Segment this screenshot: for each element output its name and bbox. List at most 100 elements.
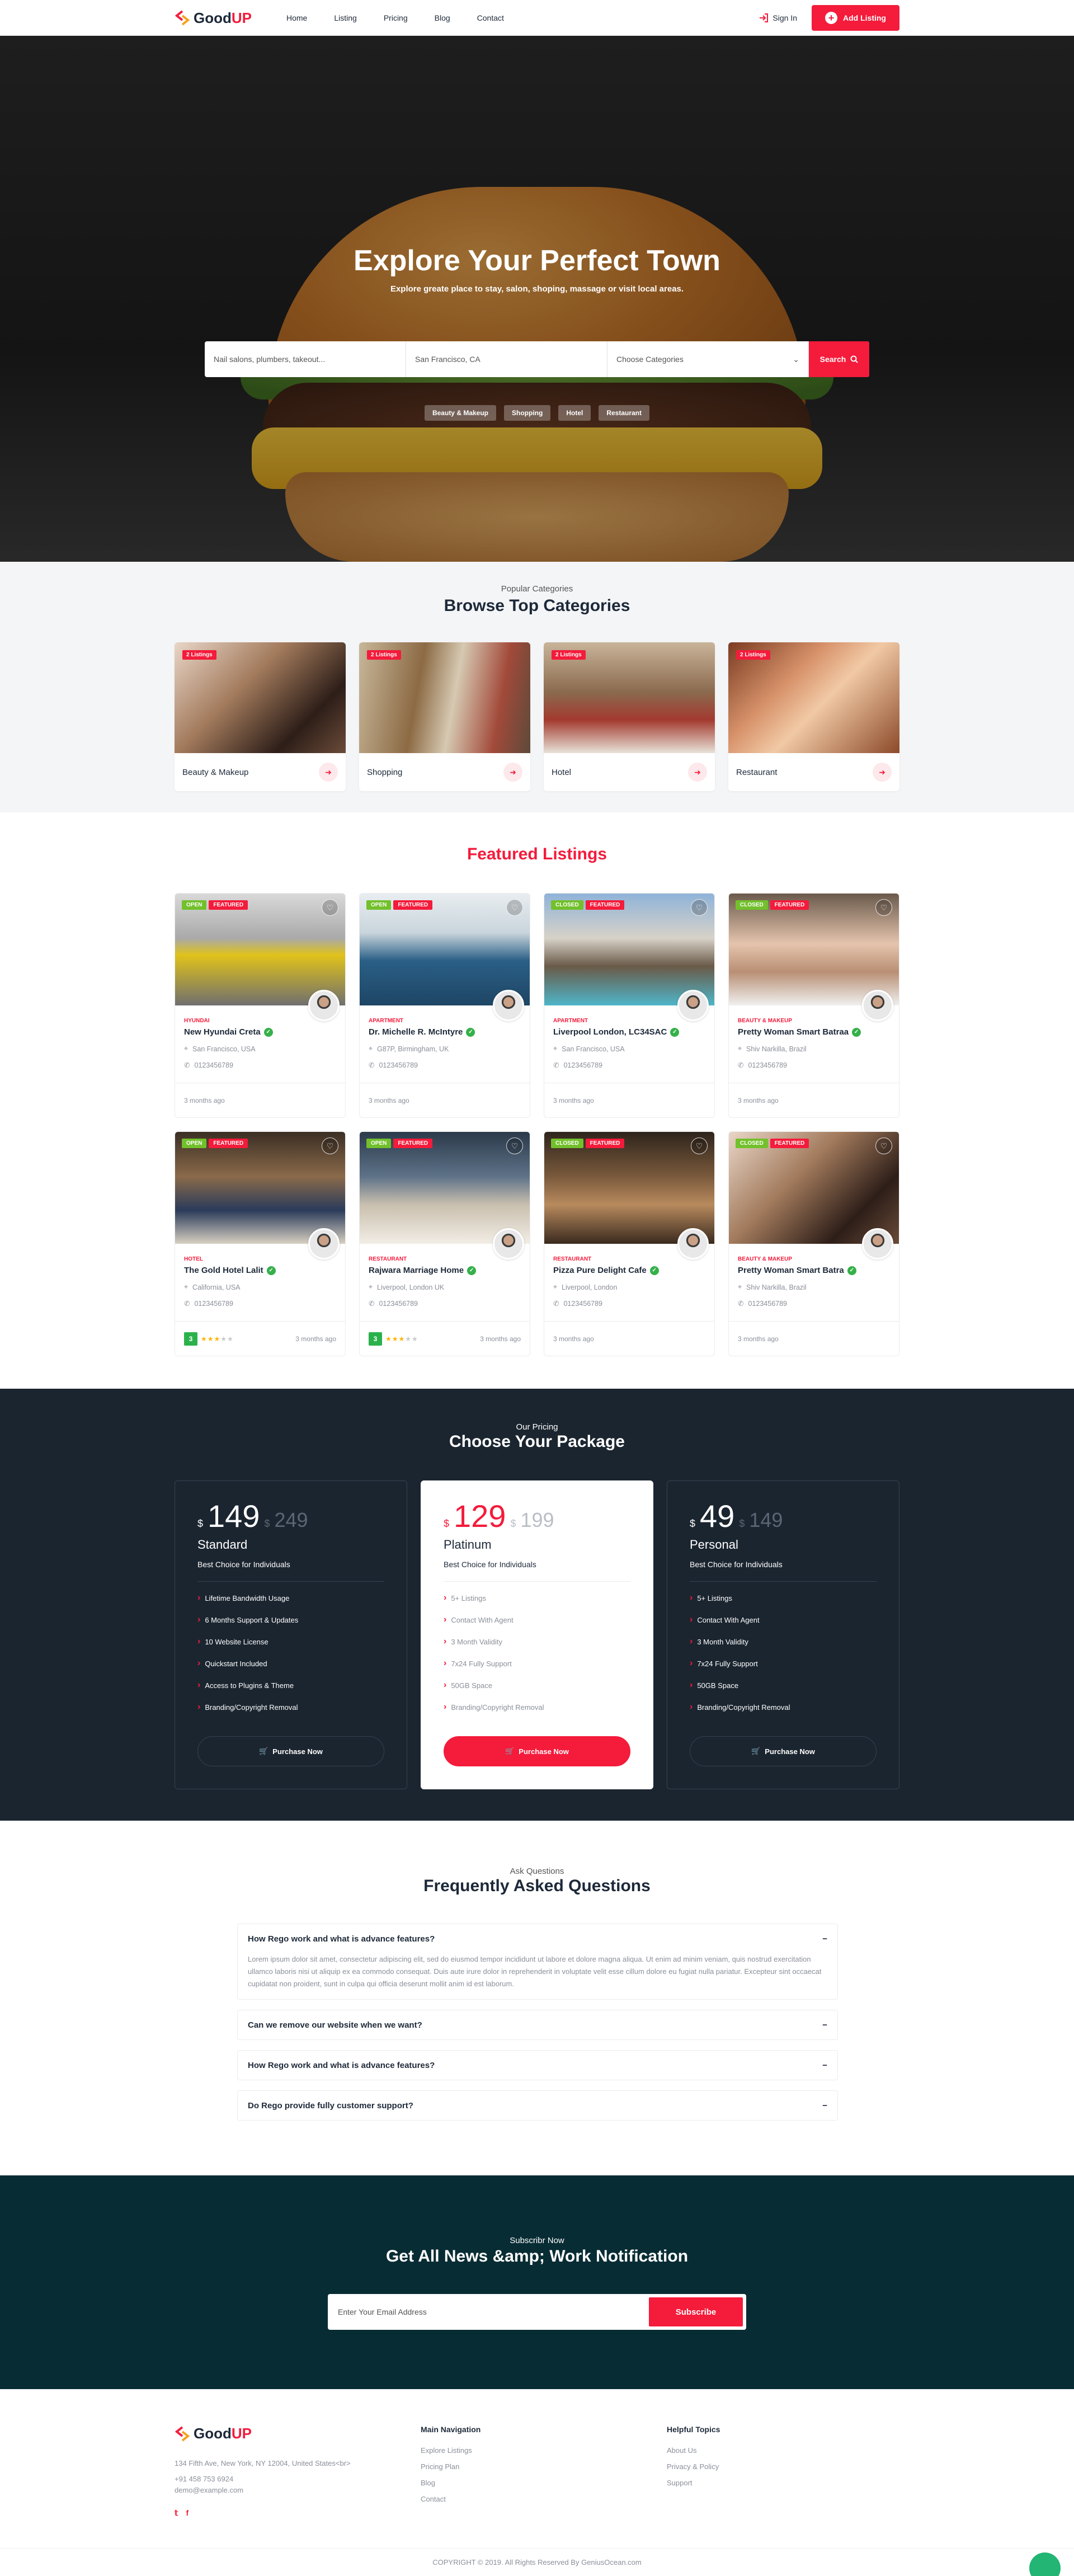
plan-feature: Contact With Agent <box>444 1615 630 1625</box>
listing-card[interactable]: CLOSED FEATURED ♡ BEAUTY & MAKEUP Pretty … <box>728 1131 899 1356</box>
plan-feature: 50GB Space <box>690 1680 877 1690</box>
footer-email[interactable]: demo@example.com <box>175 2485 387 2496</box>
footer-link[interactable]: Explore Listings <box>421 2446 481 2455</box>
categories-section: Popular Categories Browse Top Categories… <box>0 562 1074 812</box>
listing-title[interactable]: The Gold Hotel Lalit <box>184 1266 263 1275</box>
avatar <box>677 1228 709 1259</box>
listing-title[interactable]: New Hyundai Creta <box>184 1027 261 1037</box>
heart-icon[interactable]: ♡ <box>322 899 338 916</box>
sign-in-link[interactable]: Sign In <box>759 13 797 22</box>
listing-card[interactable]: OPEN FEATURED ♡ HOTEL The Gold Hotel Lali… <box>175 1131 346 1356</box>
phone-icon: ✆ <box>553 1300 559 1308</box>
category-card[interactable]: 2 Listings Hotel ➜ <box>544 642 715 791</box>
footer-link[interactable]: Blog <box>421 2479 481 2487</box>
footer-link[interactable]: Privacy & Policy <box>667 2462 720 2471</box>
purchase-button[interactable]: 🛒 Purchase Now <box>690 1736 877 1766</box>
arrow-right-icon[interactable]: ➜ <box>873 763 892 782</box>
listing-title[interactable]: Pretty Woman Smart Batraa <box>738 1027 849 1037</box>
heart-icon[interactable]: ♡ <box>691 1137 708 1154</box>
hero-tag[interactable]: Beauty & Makeup <box>424 405 496 421</box>
sign-in-label: Sign In <box>772 13 797 22</box>
verified-icon: ✓ <box>467 1266 477 1275</box>
faq-question[interactable]: How Rego work and what is advance featur… <box>248 1924 827 1953</box>
pricing-eyebrow: Our Pricing <box>516 1422 558 1432</box>
footer-logo[interactable]: Good UP <box>175 2425 387 2442</box>
heart-icon[interactable]: ♡ <box>691 899 708 916</box>
logo-icon <box>175 10 190 26</box>
price-old-currency: $ <box>510 1518 516 1529</box>
status-badge: CLOSED <box>736 1139 768 1148</box>
listing-image: OPEN FEATURED ♡ <box>175 894 345 1005</box>
footer-link[interactable]: Pricing Plan <box>421 2462 481 2471</box>
heart-icon[interactable]: ♡ <box>506 1137 523 1154</box>
category-image: 2 Listings <box>544 642 715 753</box>
avatar <box>493 990 524 1021</box>
subscribe-button[interactable]: Subscribe <box>649 2297 743 2326</box>
listing-title[interactable]: Liverpool London, LC34SAC <box>553 1027 667 1037</box>
listing-location: G87P, Birmingham, UK <box>377 1045 449 1053</box>
keyword-input[interactable]: Nail salons, plumbers, takeout... <box>205 341 406 377</box>
category-card[interactable]: 2 Listings Beauty & Makeup ➜ <box>175 642 346 791</box>
hero-section: Explore Your Perfect Town Explore greate… <box>0 36 1074 562</box>
faq-question[interactable]: Do Rego provide fully customer support? − <box>248 2091 827 2120</box>
phone-icon: ✆ <box>369 1300 375 1308</box>
phone-icon: ✆ <box>553 1061 559 1069</box>
category-image: 2 Listings <box>728 642 899 753</box>
listing-phone: 0123456789 <box>748 1299 788 1308</box>
footer-link[interactable]: Support <box>667 2479 720 2487</box>
category-name: Beauty & Makeup <box>182 767 249 777</box>
search-button[interactable]: Search <box>809 341 869 377</box>
footer-link[interactable]: Contact <box>421 2495 481 2503</box>
plan-feature: 5+ Listings <box>444 1593 630 1603</box>
listing-title[interactable]: Pretty Woman Smart Batra <box>738 1266 844 1275</box>
heart-icon[interactable]: ♡ <box>506 899 523 916</box>
listing-card[interactable]: CLOSED FEATURED ♡ RESTAURANT Pizza Pure D… <box>544 1131 715 1356</box>
featured-title: Featured Listings <box>467 845 607 863</box>
faq-question[interactable]: Can we remove our website when we want? − <box>248 2010 827 2039</box>
nav-pricing[interactable]: Pricing <box>384 13 408 22</box>
plan-feature: Branding/Copyright Removal <box>690 1702 877 1712</box>
purchase-button[interactable]: 🛒 Purchase Now <box>444 1736 630 1766</box>
nav-blog[interactable]: Blog <box>435 13 450 22</box>
nav-home[interactable]: Home <box>286 13 307 22</box>
copyright: COPYRIGHT © 2019. All Rights Reserved By… <box>0 2548 1074 2576</box>
heart-icon[interactable]: ♡ <box>875 1137 892 1154</box>
add-listing-button[interactable]: + Add Listing <box>812 5 899 31</box>
purchase-button[interactable]: 🛒 Purchase Now <box>197 1736 384 1766</box>
listing-card[interactable]: CLOSED FEATURED ♡ BEAUTY & MAKEUP Pretty … <box>728 893 899 1118</box>
hero-tag[interactable]: Shopping <box>504 405 551 421</box>
footer-link[interactable]: About Us <box>667 2446 720 2455</box>
plan-subtitle: Best Choice for Individuals <box>444 1560 536 1569</box>
hero-tag[interactable]: Restaurant <box>599 405 650 421</box>
arrow-right-icon[interactable]: ➜ <box>688 763 707 782</box>
listing-card[interactable]: OPEN FEATURED ♡ RESTAURANT Rajwara Marria… <box>359 1131 530 1356</box>
listing-title[interactable]: Dr. Michelle R. McIntyre <box>369 1027 463 1037</box>
location-pin-icon: ⌖ <box>738 1283 742 1291</box>
location-pin-icon: ⌖ <box>553 1045 558 1052</box>
listing-title[interactable]: Pizza Pure Delight Cafe <box>553 1266 647 1275</box>
heart-icon[interactable]: ♡ <box>875 899 892 916</box>
plan-feature: 5+ Listings <box>690 1593 877 1603</box>
faq-question[interactable]: How Rego work and what is advance featur… <box>248 2051 827 2080</box>
chevron-down-icon: ⌄ <box>793 354 799 364</box>
arrow-right-icon[interactable]: ➜ <box>319 763 338 782</box>
listing-title[interactable]: Rajwara Marriage Home <box>369 1266 464 1275</box>
nav-listing[interactable]: Listing <box>334 13 356 22</box>
logo[interactable]: Good UP <box>175 10 252 27</box>
email-input[interactable]: Enter Your Email Address <box>331 2297 649 2326</box>
hero-tag[interactable]: Hotel <box>558 405 591 421</box>
listing-card[interactable]: OPEN FEATURED ♡ HYUNDAI New Hyundai Creta… <box>175 893 346 1118</box>
plan-feature: Branding/Copyright Removal <box>197 1702 384 1712</box>
arrow-right-icon[interactable]: ➜ <box>503 763 522 782</box>
category-card[interactable]: 2 Listings Shopping ➜ <box>359 642 530 791</box>
heart-icon[interactable]: ♡ <box>322 1137 338 1154</box>
listing-card[interactable]: OPEN FEATURED ♡ APARTMENT Dr. Michelle R.… <box>359 893 530 1118</box>
twitter-icon[interactable]: 𝕥 <box>175 2508 178 2518</box>
location-input[interactable]: San Francisco, CA <box>406 341 607 377</box>
category-select[interactable]: Choose Categories ⌄ <box>607 341 809 377</box>
facebook-icon[interactable]: f <box>186 2508 189 2518</box>
nav-contact[interactable]: Contact <box>477 13 504 22</box>
listing-card[interactable]: CLOSED FEATURED ♡ APARTMENT Liverpool Lon… <box>544 893 715 1118</box>
footer-phone: +91 458 753 6924 <box>175 2475 234 2483</box>
category-card[interactable]: 2 Listings Restaurant ➜ <box>728 642 899 791</box>
